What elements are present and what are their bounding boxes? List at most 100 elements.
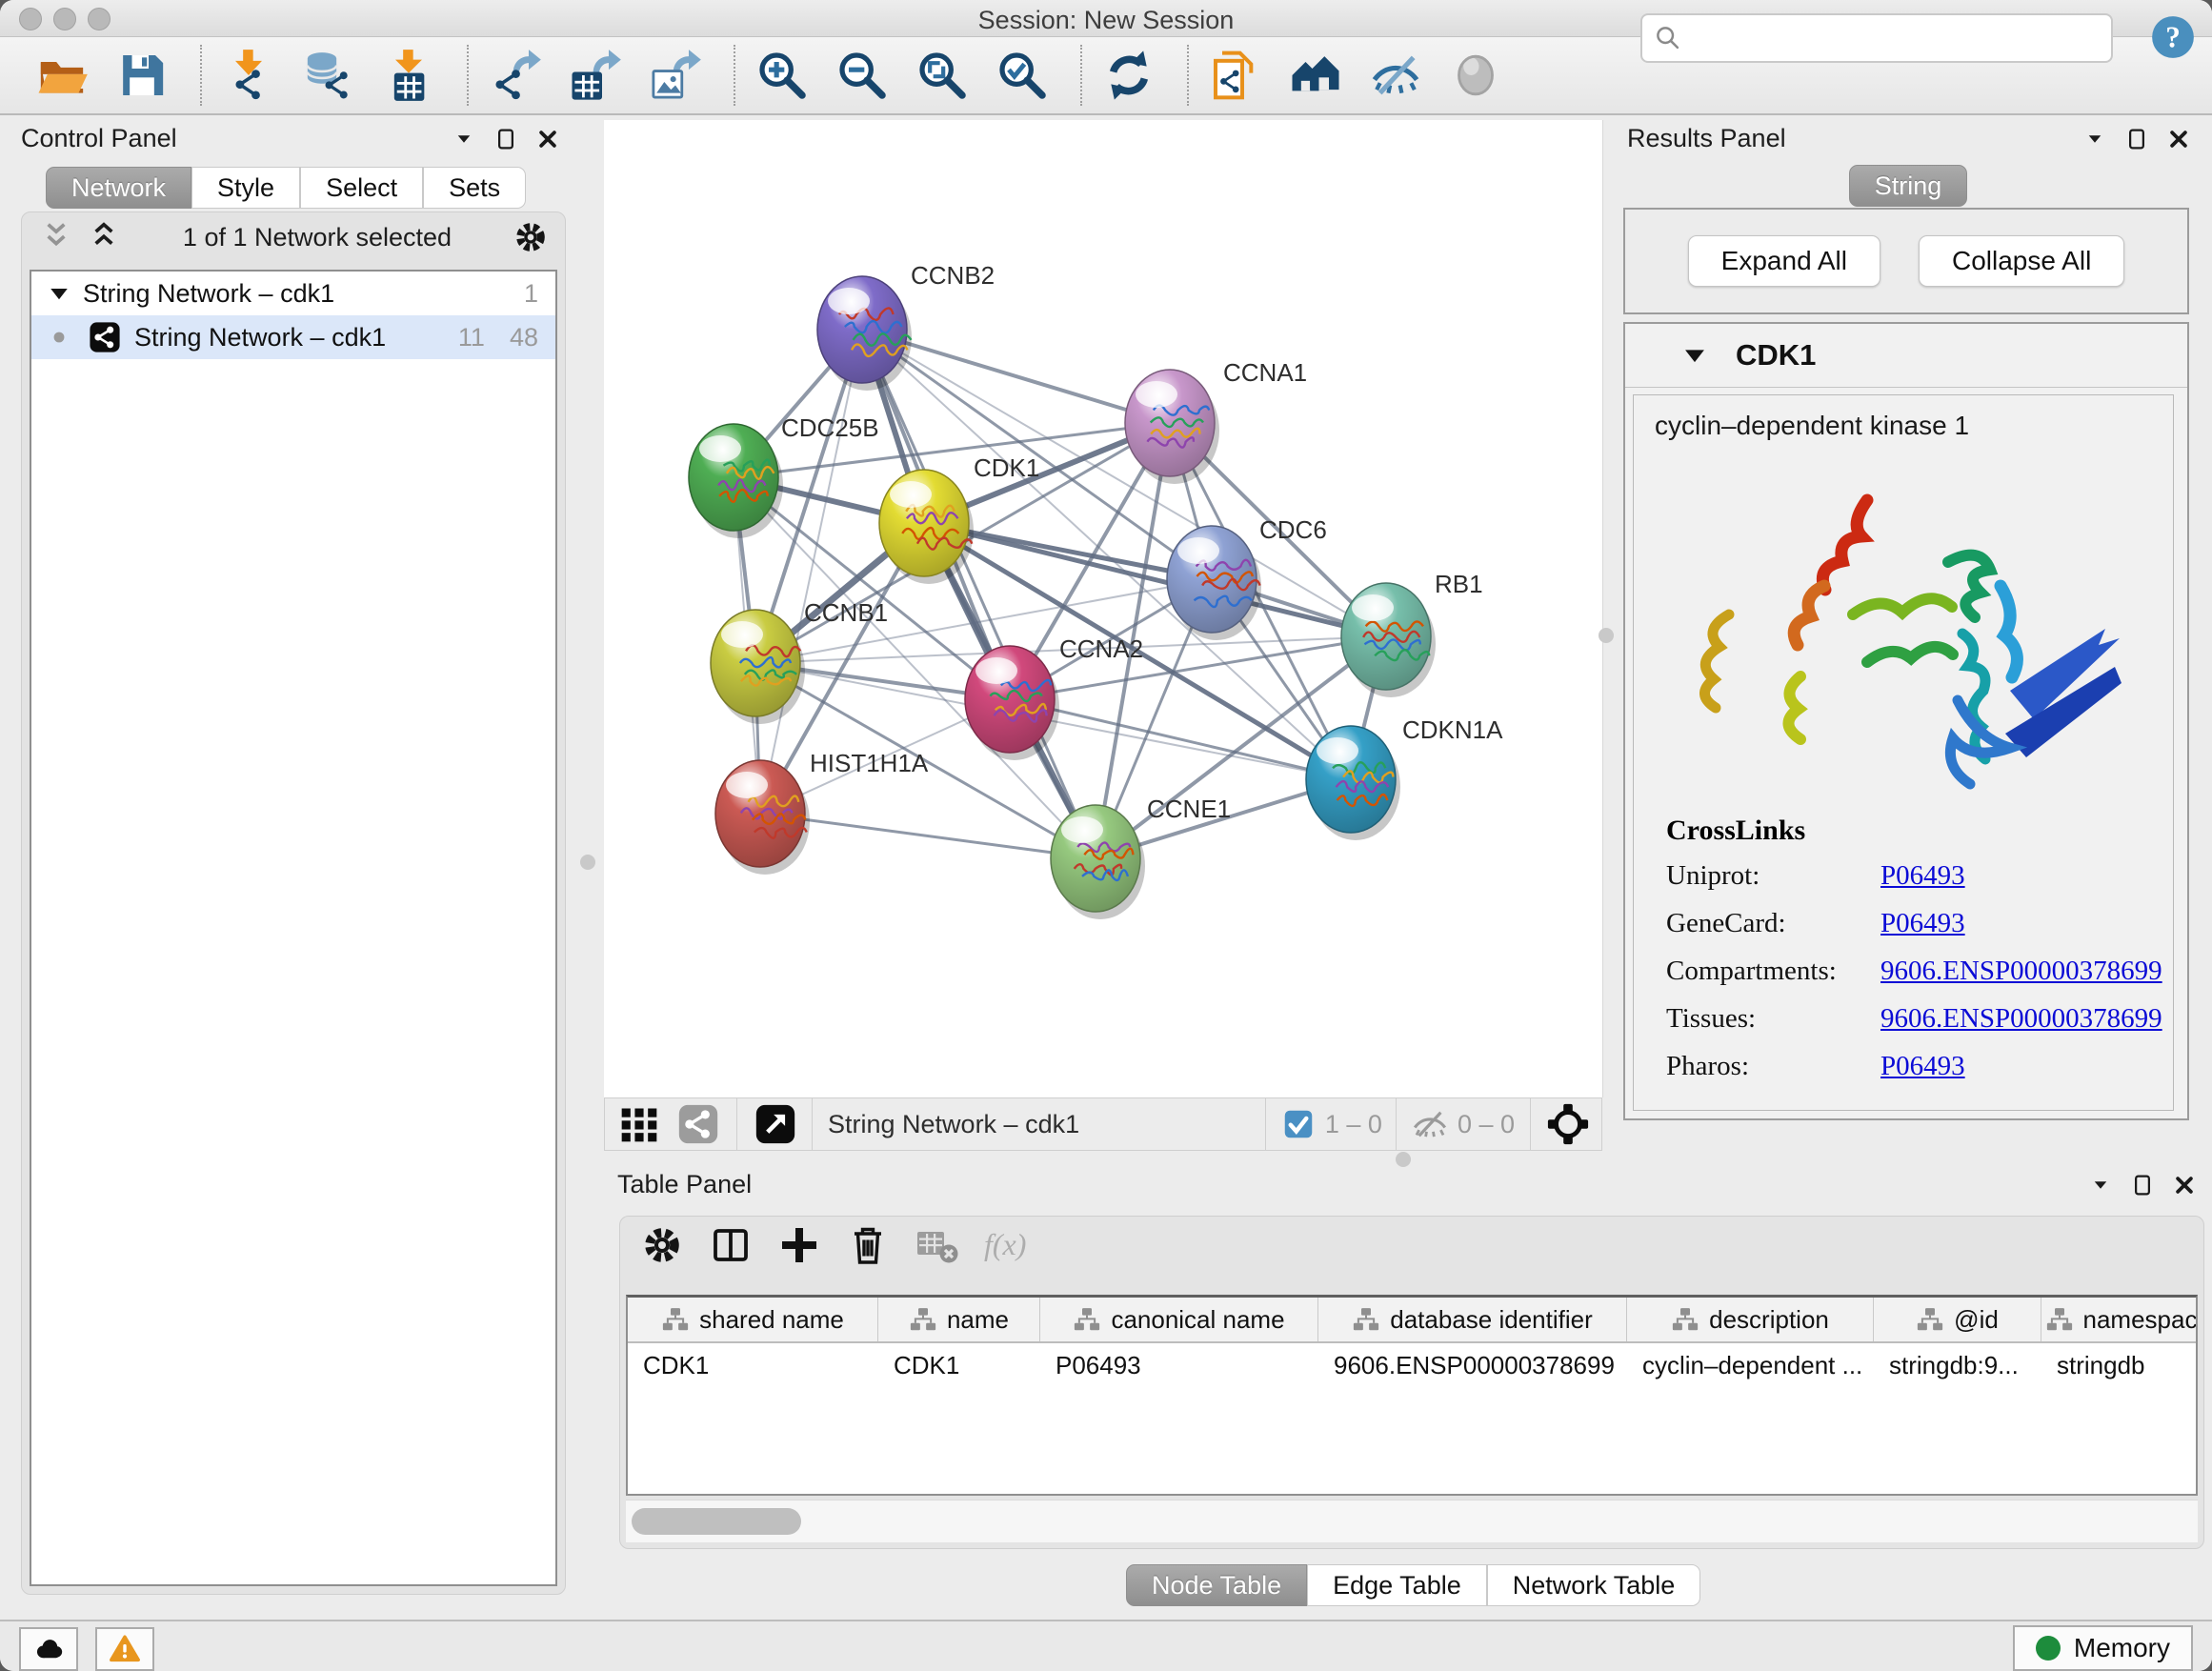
horizontal-splitter-handle[interactable] [1396, 1152, 1411, 1167]
panel-float-icon[interactable] [492, 125, 520, 153]
right-splitter-handle[interactable] [1599, 628, 1614, 643]
tab-node-table[interactable]: Node Table [1126, 1564, 1307, 1606]
network-edge[interactable] [760, 330, 862, 814]
network-edge[interactable] [1010, 699, 1351, 779]
panel-menu-icon[interactable] [2081, 125, 2109, 153]
expand-all-icon[interactable] [85, 218, 123, 256]
function-button[interactable]: f(x) [982, 1222, 1028, 1273]
column-header-canonical-name[interactable]: canonical name [1040, 1298, 1318, 1341]
import-database-button[interactable] [301, 48, 356, 103]
network-edge[interactable] [862, 330, 1096, 858]
network-canvas[interactable]: CCNB2CCNA1CDC25BCDK1CDC6RB1CCNB1CCNA2CDK… [604, 120, 1603, 1097]
zoom-in-button[interactable] [754, 48, 810, 103]
column-header-namespac[interactable]: namespac [2041, 1298, 2198, 1341]
export-image-button[interactable] [648, 48, 703, 103]
hide-unhide-button[interactable] [1368, 48, 1423, 103]
ghost-eye-button[interactable] [1448, 48, 1503, 103]
tab-select[interactable]: Select [300, 167, 423, 209]
left-splitter-handle[interactable] [580, 855, 595, 870]
crosslink-link[interactable]: 9606.ENSP00000378699 [1880, 1003, 2162, 1035]
delete-column-button[interactable] [845, 1222, 891, 1273]
add-column-button[interactable] [776, 1222, 822, 1273]
table-cell[interactable]: CDK1 [628, 1343, 878, 1387]
entry-collapse-icon[interactable] [1679, 339, 1711, 372]
table-cell[interactable]: P06493 [1040, 1343, 1318, 1387]
network-row-selected[interactable]: String Network – cdk1 11 48 [31, 315, 555, 359]
table-cell[interactable]: cyclin–dependent ... [1627, 1343, 1874, 1387]
warning-button[interactable] [95, 1627, 154, 1671]
search-input[interactable] [1684, 18, 2111, 58]
crosslink-link[interactable]: P06493 [1880, 908, 1965, 939]
network-collection-row[interactable]: String Network – cdk1 1 [31, 272, 555, 315]
collapse-all-button[interactable]: Collapse All [1919, 235, 2124, 287]
import-network-button[interactable] [221, 48, 276, 103]
scrollbar-thumb[interactable] [632, 1508, 801, 1535]
network-node-CDC6[interactable]: CDC6 [1167, 515, 1327, 640]
table-cell[interactable]: CDK1 [878, 1343, 1040, 1387]
split-columns-button[interactable] [708, 1222, 754, 1273]
result-entry-header[interactable]: CDK1 [1625, 324, 2187, 388]
gear-button[interactable] [639, 1222, 685, 1273]
tab-string[interactable]: String [1849, 165, 1968, 207]
tab-sets[interactable]: Sets [423, 167, 526, 209]
gear-icon[interactable] [512, 218, 550, 256]
network-node-CCNB1[interactable]: CCNB1 [711, 598, 888, 724]
column-header-name[interactable]: name [878, 1298, 1040, 1341]
network-node-RB1[interactable]: RB1 [1341, 570, 1483, 697]
crosslink-link[interactable]: 9606.ENSP00000378699 [1880, 956, 2162, 987]
network-node-CCNA1[interactable]: CCNA1 [1125, 358, 1307, 484]
crosslink-link[interactable]: P06493 [1880, 1051, 1965, 1082]
panel-float-icon[interactable] [2128, 1171, 2157, 1199]
panel-close-icon[interactable] [533, 125, 562, 153]
network-edge[interactable] [760, 814, 1096, 858]
refresh-button[interactable] [1101, 48, 1156, 103]
tree-expand-icon[interactable] [45, 279, 73, 308]
help-button[interactable]: ? [2149, 13, 2197, 61]
table-row[interactable]: CDK1CDK1P064939606.ENSP00000378699cyclin… [628, 1343, 2196, 1387]
tab-edge-table[interactable]: Edge Table [1307, 1564, 1487, 1606]
home-pages-button[interactable] [1288, 48, 1343, 103]
birdseye-view-icon[interactable] [754, 1103, 796, 1145]
column-header--id[interactable]: @id [1874, 1298, 2041, 1341]
save-session-button[interactable] [114, 48, 170, 103]
cloud-button[interactable] [19, 1627, 78, 1671]
selected-checkbox-icon[interactable] [1281, 1107, 1316, 1141]
search-box[interactable] [1640, 13, 2113, 63]
open-session-button[interactable] [34, 48, 90, 103]
collapse-all-icon[interactable] [37, 218, 75, 256]
network-view-icon[interactable] [677, 1103, 719, 1145]
table-cell[interactable]: stringdb:9... [1874, 1343, 2041, 1387]
export-table-button[interactable] [568, 48, 623, 103]
column-header-description[interactable]: description [1627, 1298, 1874, 1341]
network-node-CDC25B[interactable]: CDC25B [689, 413, 879, 538]
table-horizontal-scrollbar[interactable] [626, 1500, 2198, 1542]
panel-menu-icon[interactable] [2086, 1171, 2115, 1199]
table-cell[interactable]: 9606.ENSP00000378699 [1318, 1343, 1627, 1387]
panel-menu-icon[interactable] [450, 125, 478, 153]
column-header-shared-name[interactable]: shared name [628, 1298, 878, 1341]
zoom-fit-button[interactable] [915, 48, 970, 103]
tab-style[interactable]: Style [191, 167, 300, 209]
crosslink-link[interactable]: P06493 [1880, 860, 1965, 892]
column-header-database-identifier[interactable]: database identifier [1318, 1298, 1627, 1341]
zoom-selected-button[interactable] [995, 48, 1050, 103]
network-node-HIST1H1A[interactable]: HIST1H1A [715, 749, 929, 875]
network-node-CCNE1[interactable]: CCNE1 [1051, 795, 1231, 919]
table-cell[interactable]: stringdb [2041, 1343, 2198, 1387]
zoom-out-button[interactable] [835, 48, 890, 103]
panel-close-icon[interactable] [2170, 1171, 2199, 1199]
network-node-CDK1[interactable]: CDK1 [879, 453, 1039, 584]
share-document-button[interactable] [1208, 48, 1263, 103]
navigator-icon[interactable] [1546, 1102, 1590, 1146]
network-node-CDKN1A[interactable]: CDKN1A [1306, 715, 1503, 840]
tab-network-table[interactable]: Network Table [1487, 1564, 1701, 1606]
import-table-button[interactable] [381, 48, 436, 103]
panel-close-icon[interactable] [2164, 125, 2193, 153]
grid-view-icon[interactable] [618, 1103, 660, 1145]
hidden-eye-icon[interactable] [1410, 1104, 1450, 1144]
export-network-button[interactable] [488, 48, 543, 103]
tab-network[interactable]: Network [46, 167, 191, 209]
memory-button[interactable]: Memory [2013, 1625, 2193, 1671]
expand-all-button[interactable]: Expand All [1688, 235, 1880, 287]
panel-float-icon[interactable] [2122, 125, 2151, 153]
